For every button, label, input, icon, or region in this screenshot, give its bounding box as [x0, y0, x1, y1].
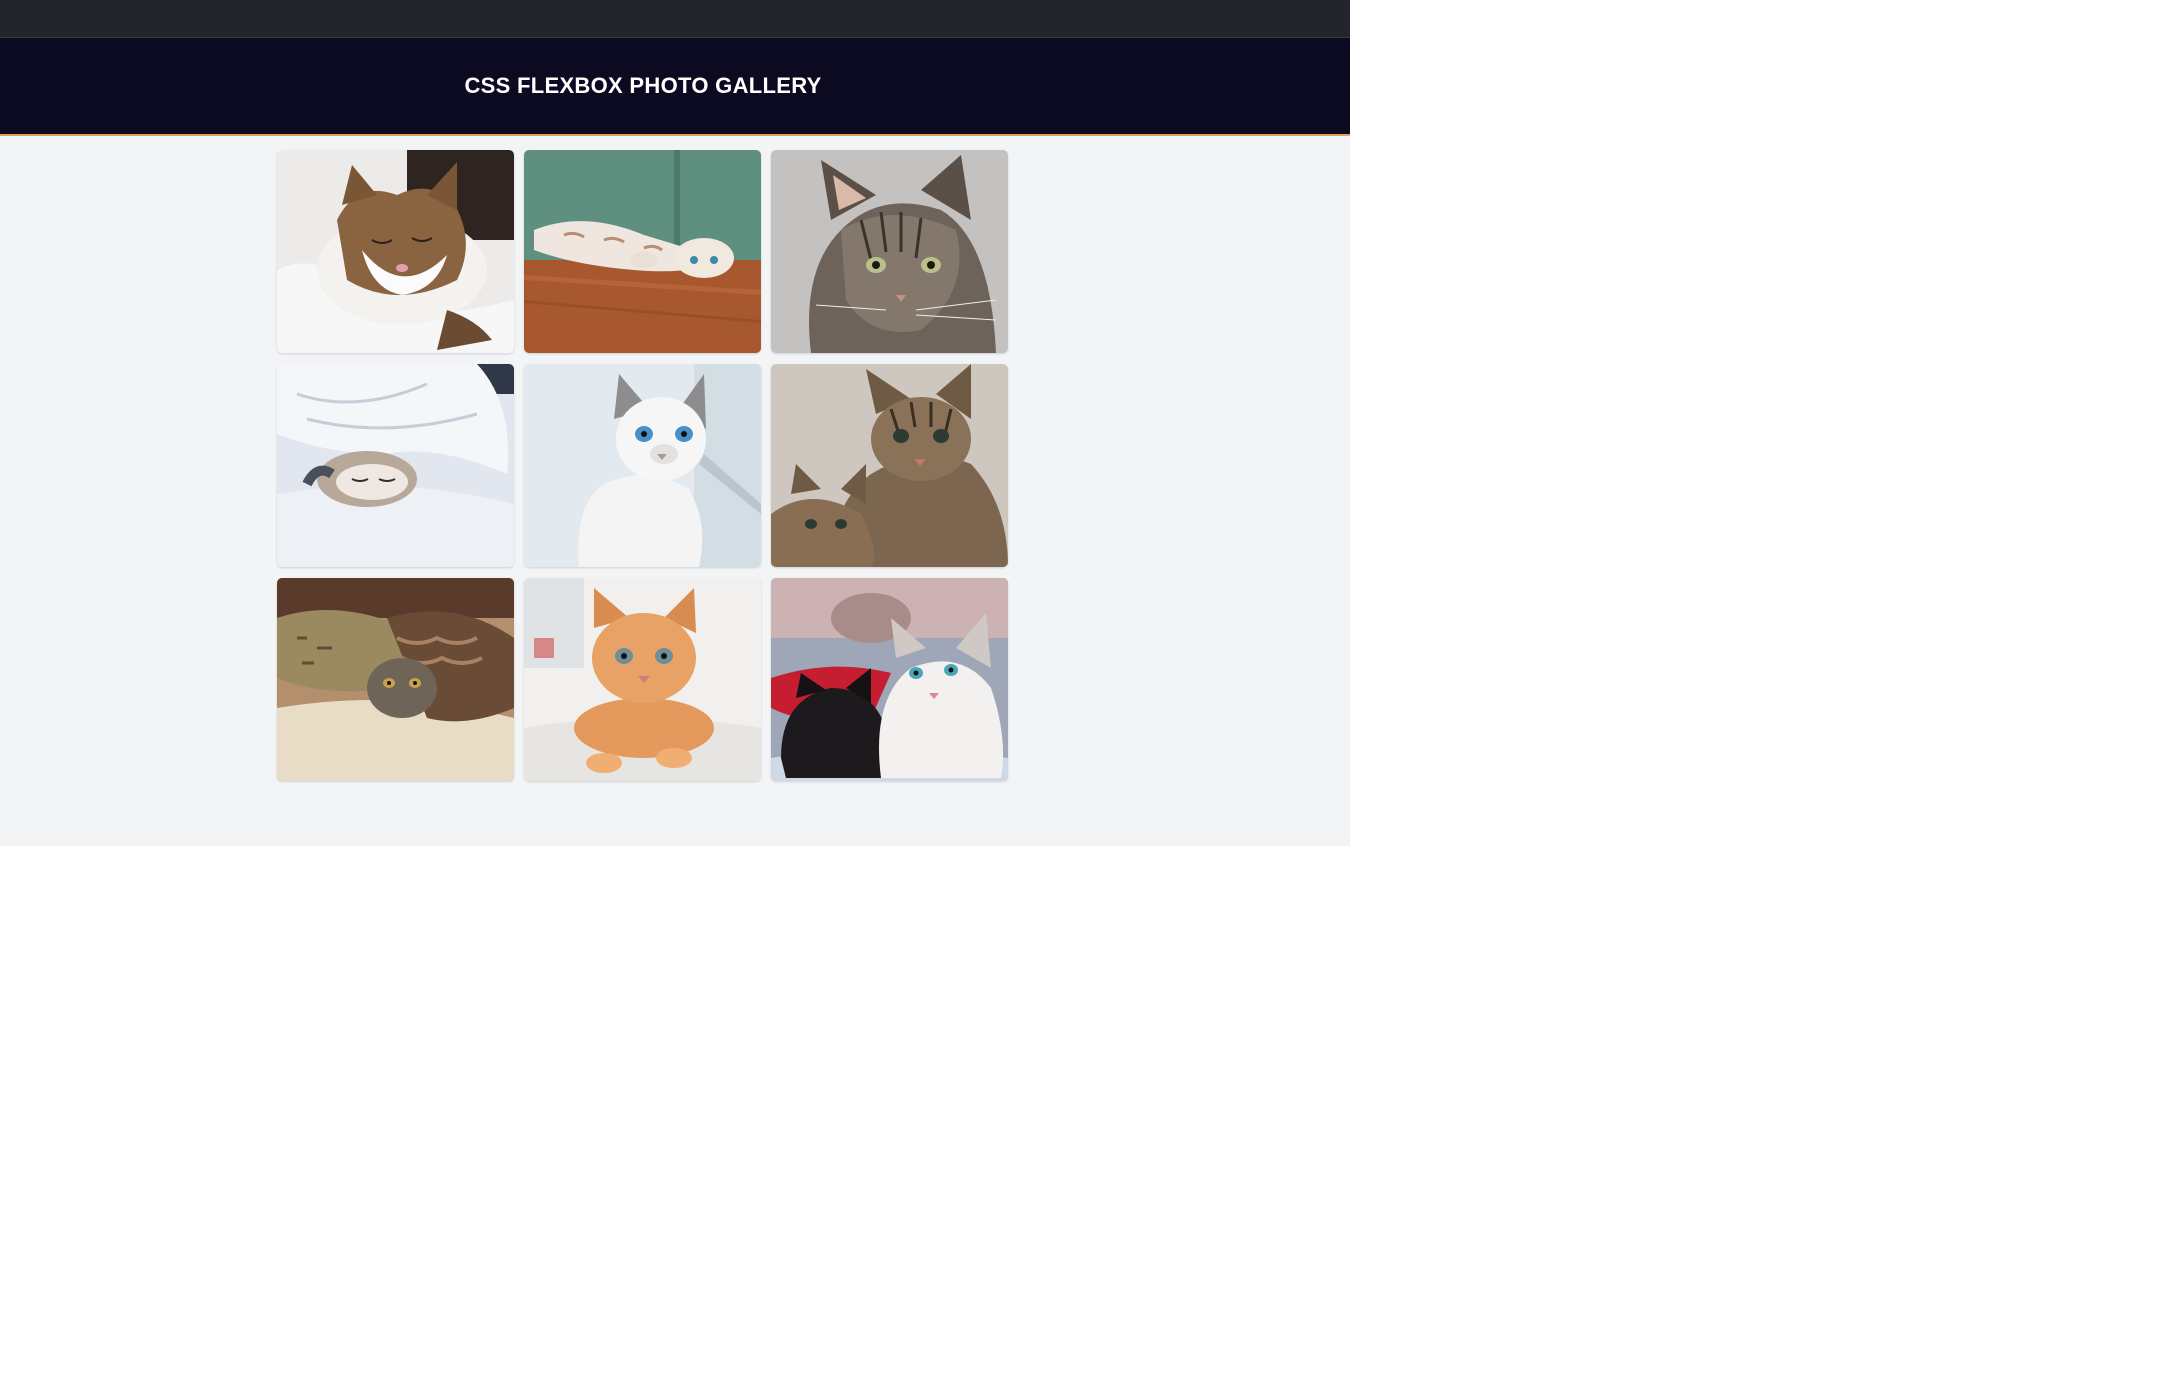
browser-top-bar — [0, 0, 1350, 38]
gallery-photo-6[interactable] — [771, 364, 1008, 567]
gallery-photo-1[interactable] — [277, 150, 514, 353]
page-header: CSS FLEXBOX PHOTO GALLERY — [0, 38, 1350, 136]
gallery-photo-9[interactable] — [771, 578, 1008, 781]
white-blue-eyed-kitten-photo — [524, 364, 761, 567]
two-tabby-kittens-photo — [771, 364, 1008, 567]
cat-under-brown-blanket-photo — [277, 578, 514, 781]
black-and-white-kittens-photo — [771, 578, 1008, 781]
orange-kitten-photo — [524, 578, 761, 781]
gallery-photo-4[interactable] — [277, 364, 514, 567]
cat-lying-on-wood-floor-photo — [524, 150, 761, 353]
gallery-photo-8[interactable] — [524, 578, 761, 781]
page-title: CSS FLEXBOX PHOTO GALLERY — [464, 73, 822, 98]
sleeping-white-tabby-cat-photo — [277, 150, 514, 353]
gallery-photo-2[interactable] — [524, 150, 761, 353]
gallery-photo-5[interactable] — [524, 364, 761, 567]
gallery-photo-7[interactable] — [277, 578, 514, 781]
cat-under-white-blanket-photo — [277, 364, 514, 567]
page: CSS FLEXBOX PHOTO GALLERY — [0, 0, 1350, 846]
photo-gallery — [277, 150, 1010, 781]
gray-tabby-cat-portrait-photo — [771, 150, 1008, 353]
gallery-photo-3[interactable] — [771, 150, 1008, 353]
